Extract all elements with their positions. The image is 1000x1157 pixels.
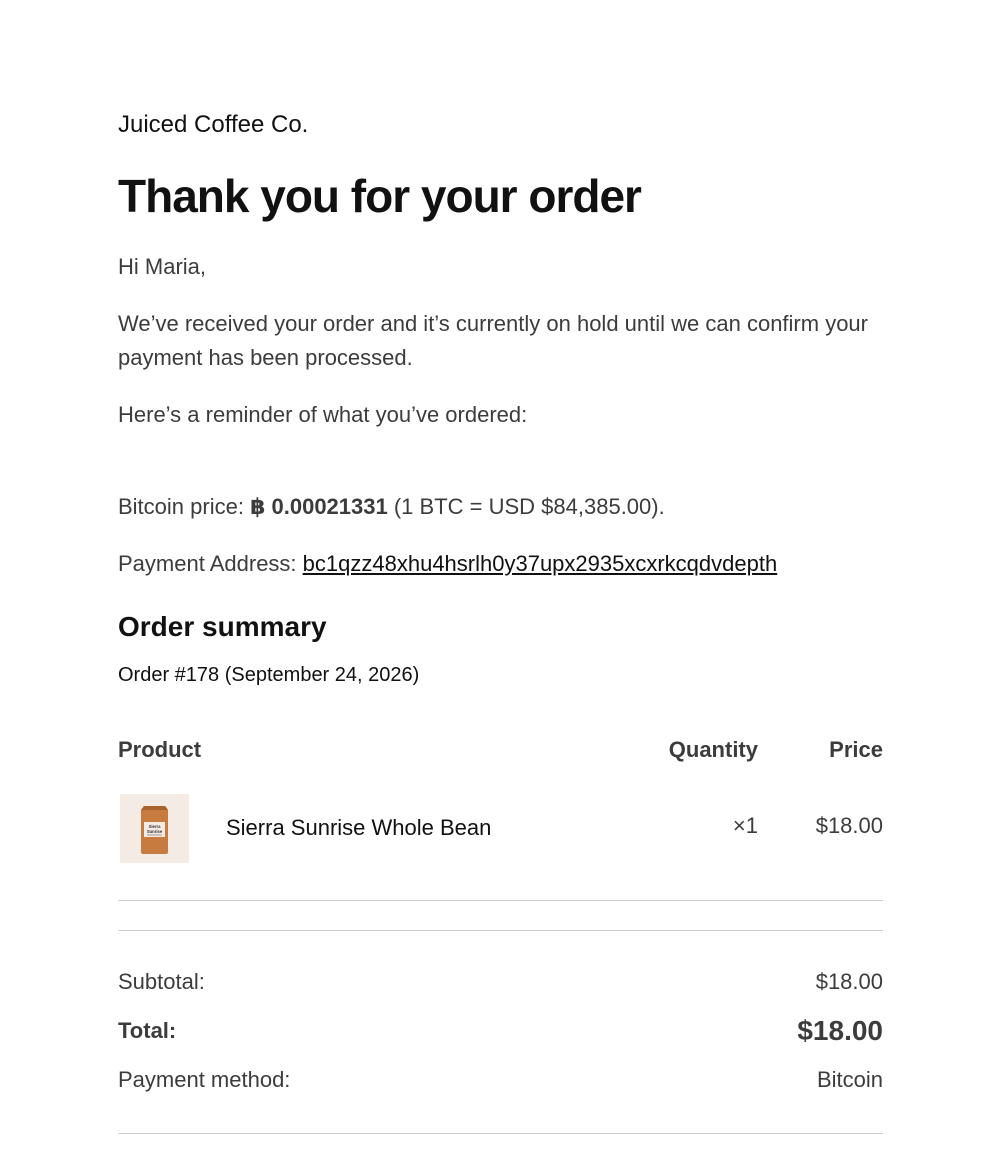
order-reminder-text: Here’s a reminder of what you’ve ordered… (118, 402, 528, 427)
order-item-row: Sierra Sunrise Sierra Sunrise Whole Bean… (118, 792, 883, 864)
store-name: Juiced Coffee Co. (118, 111, 309, 138)
total-label: Total: (118, 1018, 177, 1043)
total-value: $18.00 (797, 1015, 883, 1046)
bitcoin-price-label: Bitcoin price: (118, 494, 244, 519)
order-number-date: Order #178 (September 24, 2026) (118, 664, 420, 686)
exchange-rate-text: (1 BTC = USD $84,385.00). (393, 494, 665, 519)
product-thumbnail: Sierra Sunrise (120, 794, 189, 863)
greeting-text: Hi Maria, (118, 254, 207, 279)
coffee-bag-icon: Sierra Sunrise (141, 806, 168, 854)
subtotal-value: $18.00 (815, 969, 883, 994)
bitcoin-price-line: Bitcoin price: ฿ 0.00021331 (1 BTC = USD… (118, 490, 883, 524)
column-header-quantity: Quantity (668, 737, 758, 762)
payment-address-line: Payment Address: bc1qzz48xhu4hsrlh0y37up… (118, 547, 883, 581)
subtotal-label: Subtotal: (118, 969, 205, 994)
divider (118, 900, 883, 901)
column-header-price: Price (829, 737, 883, 762)
order-summary-title: Order summary (118, 611, 327, 642)
product-name: Sierra Sunrise Whole Bean (226, 815, 492, 840)
payment-address-label: Payment Address: (118, 551, 297, 576)
payment-method-label: Payment method: (118, 1067, 291, 1092)
product-quantity: ×1 (732, 813, 758, 838)
payment-address-link[interactable]: bc1qzz48xhu4hsrlh0y37upx2935xcxrkcqdvdep… (303, 551, 778, 576)
product-price: $18.00 (815, 813, 883, 838)
divider (118, 930, 883, 931)
order-received-text: We’ve received your order and it’s curre… (118, 311, 868, 370)
thumbnail-label-line2: Sunrise (147, 829, 163, 834)
page-title: Thank you for your order (118, 170, 642, 222)
divider (118, 1133, 883, 1134)
column-header-product: Product (118, 737, 202, 762)
payment-method-value: Bitcoin (816, 1067, 883, 1092)
email-page: Juiced Coffee Co. Thank you for your ord… (0, 0, 1000, 1157)
bitcoin-amount: ฿ 0.00021331 (250, 494, 388, 519)
